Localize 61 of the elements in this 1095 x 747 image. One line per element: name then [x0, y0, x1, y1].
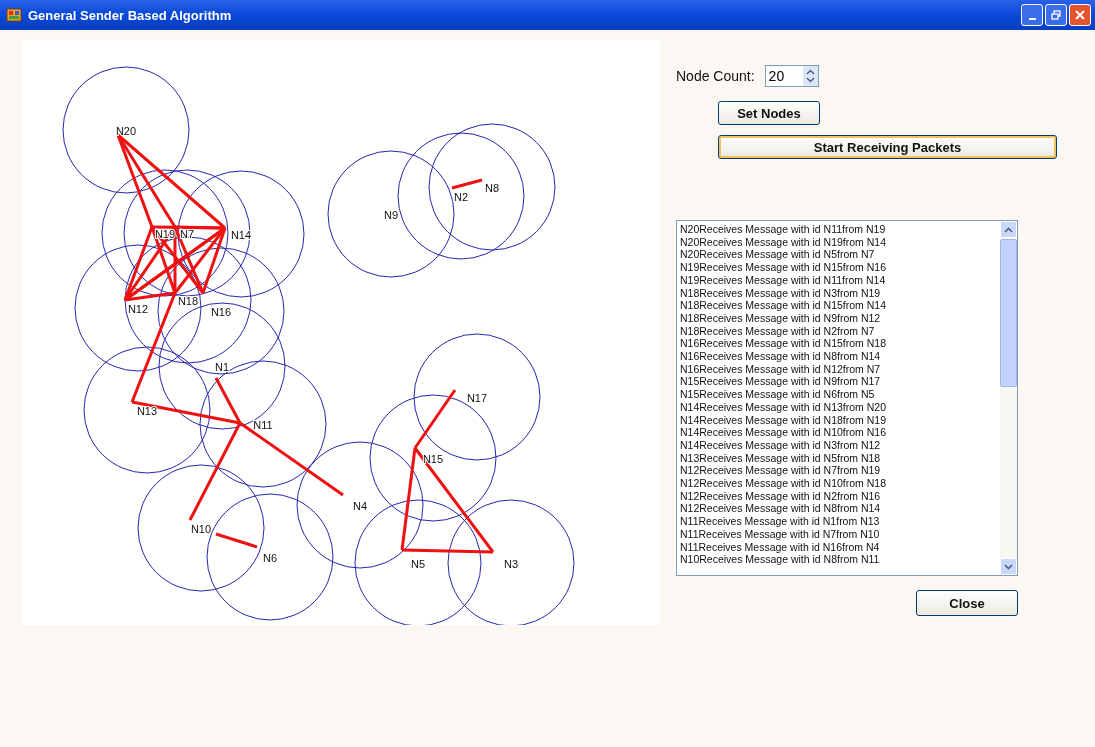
message-item[interactable]: N14Receives Message with id N18from N19: [680, 413, 1000, 427]
node-label: N4: [352, 500, 368, 512]
window-title: General Sender Based Algorithm: [28, 7, 233, 23]
node-count-label: Node Count:: [676, 68, 755, 84]
message-item[interactable]: N15Receives Message with id N6from N5: [680, 388, 1000, 401]
node-label: N12: [127, 303, 149, 315]
message-list[interactable]: [676, 220, 1018, 576]
message-item[interactable]: N10Receives Message with id N8from N11: [680, 553, 1000, 566]
message-item[interactable]: N11Receives Message with id N7from N10: [680, 527, 1000, 541]
message-item[interactable]: N20Receives Message with id N11from N19: [680, 223, 1000, 236]
message-item[interactable]: N18Receives Message with id N9from N12: [680, 311, 1000, 325]
start-receiving-button[interactable]: Start Receiving Packets: [718, 135, 1057, 159]
node-label: N14: [230, 229, 252, 241]
node-label: N18: [177, 295, 199, 307]
message-item[interactable]: N11Receives Message with id N16from N4: [680, 540, 1000, 554]
message-item[interactable]: N12Receives Message with id N7from N19: [680, 464, 1000, 478]
message-item[interactable]: N18Receives Message with id N15from N14: [680, 299, 1000, 312]
node-label: N15: [422, 453, 444, 465]
message-item[interactable]: N11Receives Message with id N1from N13: [680, 515, 1000, 528]
message-item[interactable]: N15Receives Message with id N9from N17: [680, 375, 1000, 389]
scroll-thumb[interactable]: [1000, 239, 1017, 387]
message-item[interactable]: N16Receives Message with id N8from N14: [680, 350, 1000, 363]
message-item[interactable]: N19Receives Message with id N11from N14: [680, 273, 1000, 287]
message-item[interactable]: N12Receives Message with id N2from N16: [680, 489, 1000, 503]
message-item[interactable]: N16Receives Message with id N12from N7: [680, 362, 1000, 376]
message-item[interactable]: N14Receives Message with id N10from N16: [680, 426, 1000, 439]
message-item[interactable]: N20Receives Message with id N19from N14: [680, 235, 1000, 249]
restore-icon: [1051, 10, 1061, 20]
close-button[interactable]: Close: [916, 590, 1018, 616]
message-item[interactable]: N19Receives Message with id N15from N16: [680, 261, 1000, 274]
message-item[interactable]: N18Receives Message with id N2from N7: [680, 324, 1000, 338]
message-item[interactable]: N12Receives Message with id N10from N18: [680, 477, 1000, 490]
message-item[interactable]: N14Receives Message with id N3from N12: [680, 438, 1000, 452]
close-icon: [1075, 10, 1085, 20]
message-item[interactable]: N13Receives Message with id N5from N18: [680, 451, 1000, 465]
minimize-button[interactable]: [1021, 4, 1043, 26]
node-label: N7: [179, 228, 195, 240]
node-label: N5: [410, 558, 426, 570]
node-label: N2: [453, 191, 469, 203]
minimize-icon: [1028, 18, 1036, 20]
message-item[interactable]: N16Receives Message with id N15from N18: [680, 337, 1000, 351]
message-item[interactable]: N12Receives Message with id N8from N14: [680, 502, 1000, 516]
set-nodes-button[interactable]: Set Nodes: [718, 101, 820, 125]
message-item[interactable]: N14Receives Message with id N13from N20: [680, 400, 1000, 414]
message-item[interactable]: N18Receives Message with id N3from N19: [680, 286, 1000, 300]
node-label: N20: [115, 125, 137, 137]
scroll-bar[interactable]: [1000, 221, 1017, 575]
node-label: N17: [466, 392, 488, 404]
node-label: N1: [214, 361, 230, 373]
close-window-button[interactable]: [1069, 4, 1091, 26]
node-label: N9: [383, 209, 399, 221]
node-label: N6: [262, 552, 278, 564]
message-item[interactable]: N20Receives Message with id N5from N7: [680, 248, 1000, 262]
node-label: N8: [484, 182, 500, 194]
node-label: N13: [136, 405, 158, 417]
app-icon: [6, 7, 22, 23]
restore-button[interactable]: [1045, 4, 1067, 26]
node-label: N3: [503, 558, 519, 570]
node-label: N16: [210, 306, 232, 318]
node-label: N10: [190, 523, 212, 535]
node-label: N11: [253, 419, 273, 431]
